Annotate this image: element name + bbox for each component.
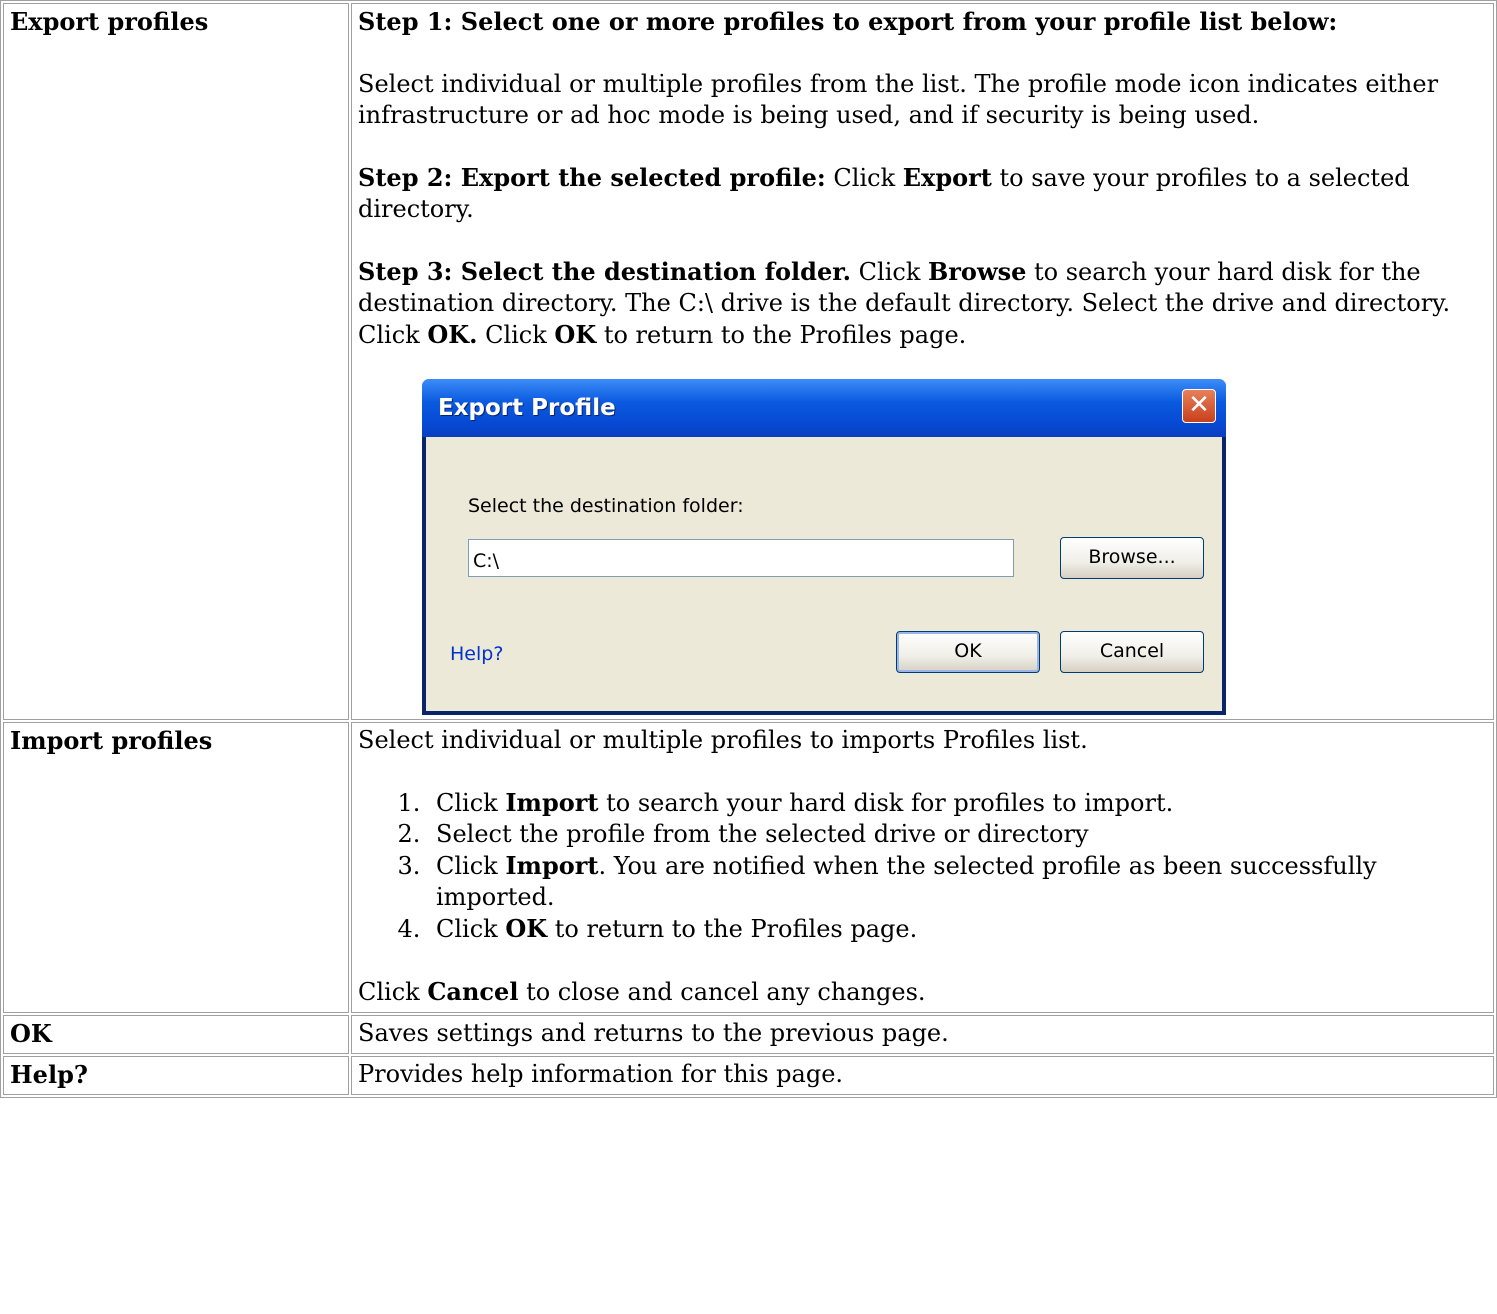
list-item: Click OK to return to the Profiles page.	[428, 913, 1487, 945]
row-label-export: Export profiles	[3, 3, 349, 720]
close-icon[interactable]: ✕	[1182, 389, 1216, 423]
dialog-body: Select the destination folder: C:\ Brows…	[426, 437, 1222, 711]
help-link[interactable]: Help?	[450, 639, 503, 670]
import-steps: Click Import to search your hard disk fo…	[358, 787, 1487, 945]
row-content-import: Select individual or multiple profiles t…	[351, 722, 1494, 1013]
cancel-button[interactable]: Cancel	[1060, 631, 1204, 673]
list-item: Select the profile from the selected dri…	[428, 819, 1487, 850]
import-intro: Select individual or multiple profiles t…	[358, 726, 1088, 754]
row-label-import: Import profiles	[3, 722, 349, 1013]
export-step1-title: Step 1: Select one or more profiles to e…	[358, 7, 1338, 36]
browse-button[interactable]: Browse...	[1060, 537, 1204, 579]
row-content-export: Step 1: Select one or more profiles to e…	[351, 3, 1494, 720]
export-profile-dialog: Export Profile ✕ Select the destination …	[422, 379, 1226, 715]
row-label-help: Help?	[3, 1056, 349, 1095]
row-label-ok: OK	[3, 1015, 349, 1054]
list-item: Click Import. You are notified when the …	[428, 850, 1487, 913]
dialog-title: Export Profile	[438, 395, 616, 421]
row-content-ok: Saves settings and returns to the previo…	[351, 1015, 1494, 1054]
table-row-import: Import profiles Select individual or mul…	[3, 722, 1494, 1013]
export-step1-text: Select individual or multiple profiles f…	[358, 70, 1439, 129]
ok-button[interactable]: OK	[896, 631, 1040, 673]
destination-folder-label: Select the destination folder:	[468, 495, 744, 517]
table-row-ok: OK Saves settings and returns to the pre…	[3, 1015, 1494, 1054]
destination-folder-input[interactable]: C:\	[468, 539, 1014, 577]
import-cancel-note: Click Cancel to close and cancel any cha…	[358, 977, 926, 1006]
help-table: Export profiles Step 1: Select one or mo…	[0, 0, 1497, 1098]
list-item: Click Import to search your hard disk fo…	[428, 787, 1487, 819]
dialog-titlebar: Export Profile ✕	[422, 379, 1226, 437]
export-step2: Step 2: Export the selected profile: Cli…	[358, 163, 1410, 223]
export-step3: Step 3: Select the destination folder. C…	[358, 257, 1451, 349]
table-row-export: Export profiles Step 1: Select one or mo…	[3, 3, 1494, 720]
table-row-help: Help? Provides help information for this…	[3, 1056, 1494, 1095]
row-content-help: Provides help information for this page.	[351, 1056, 1494, 1095]
